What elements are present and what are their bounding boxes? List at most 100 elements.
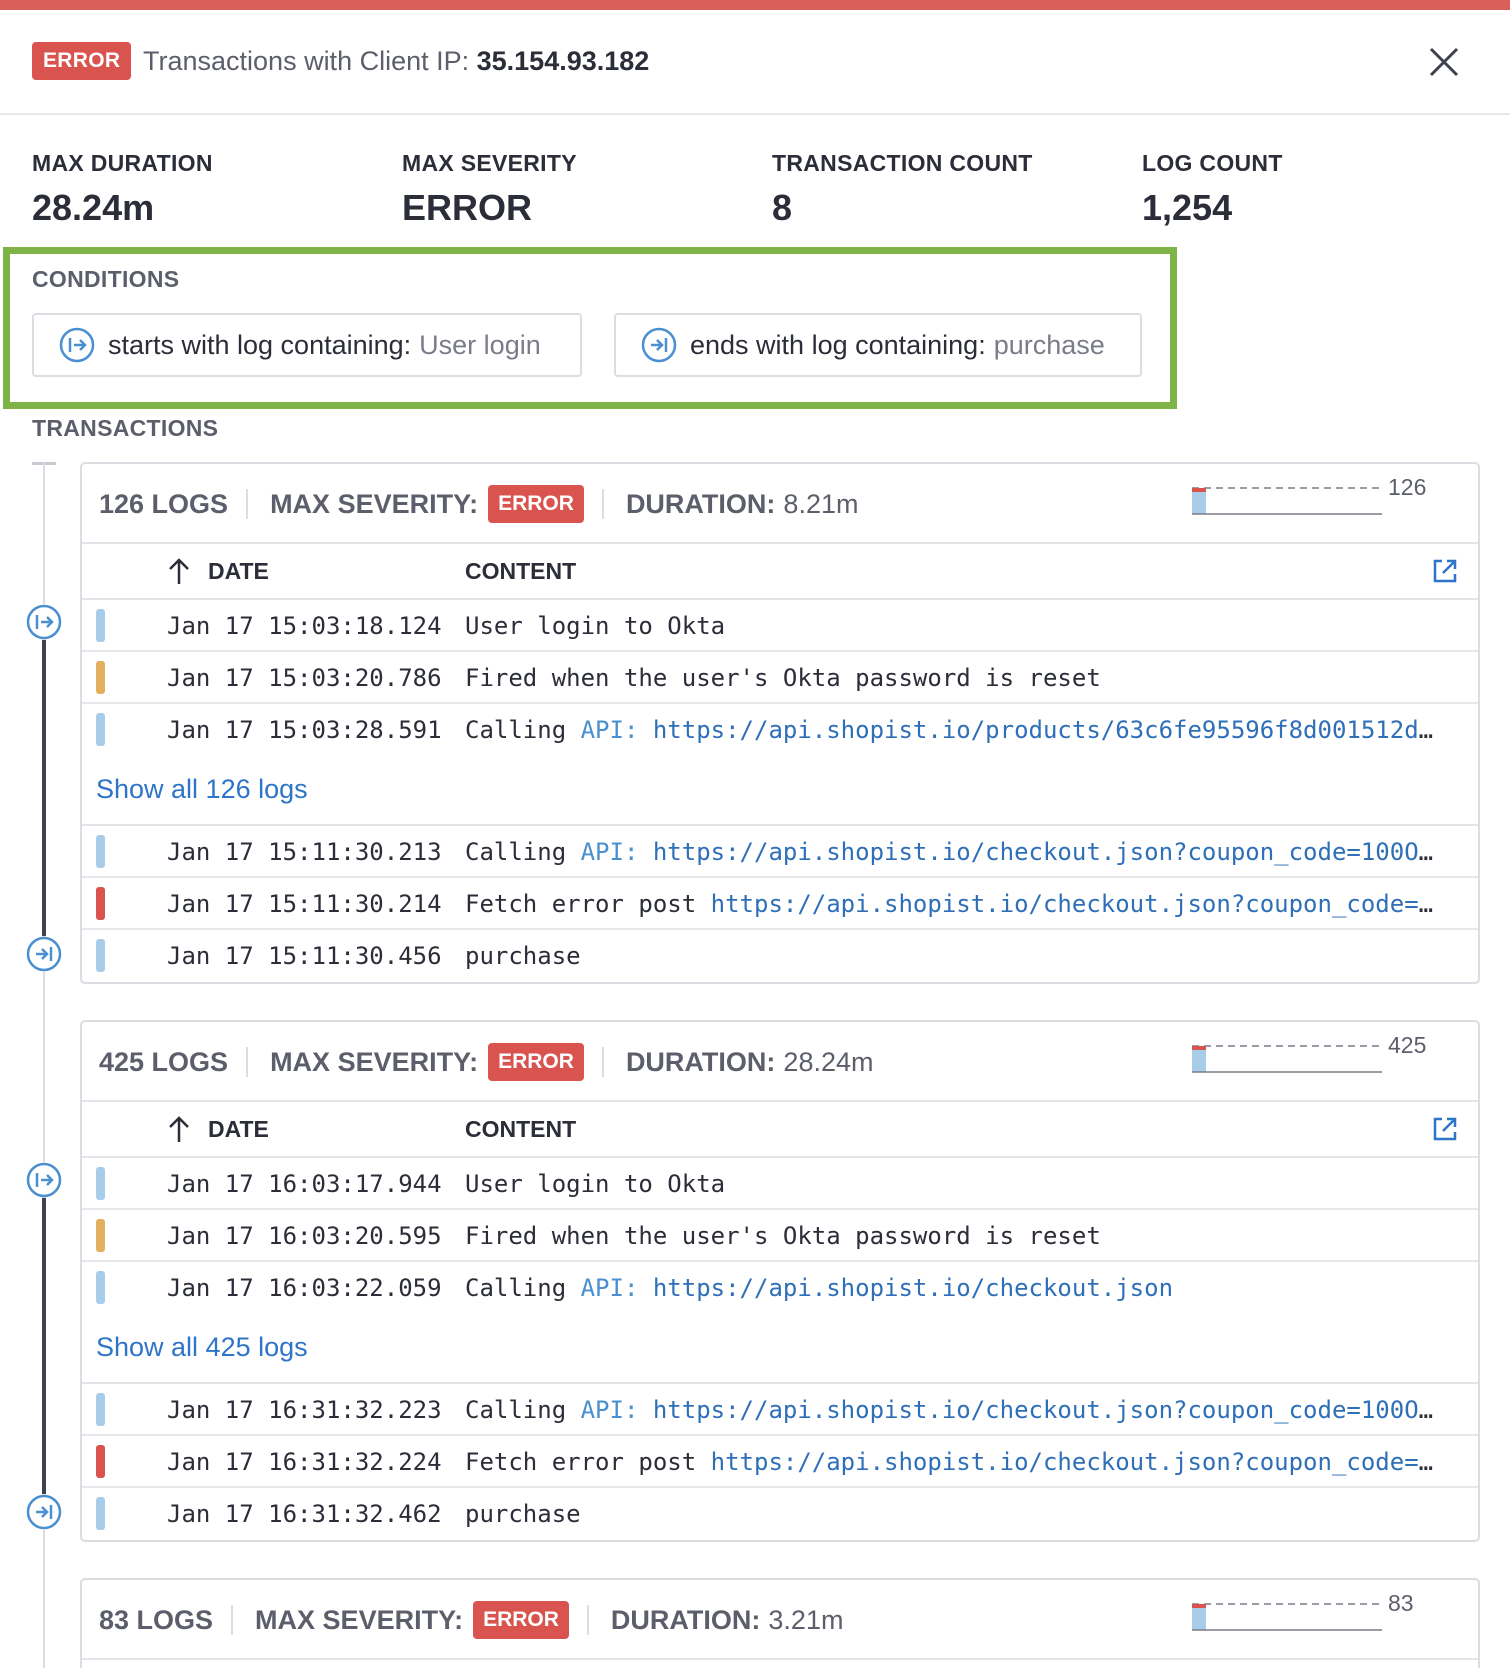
transaction-header: 425 LOGS MAX SEVERITY: ERROR DURATION: 2… — [82, 1022, 1478, 1102]
log-date: Jan 17 15:03:20.786 — [167, 664, 442, 692]
log-row[interactable]: Jan 17 16:03:20.595 Fired when the user'… — [82, 1210, 1478, 1262]
top-accent-bar — [0, 0, 1510, 10]
external-link-icon[interactable] — [1430, 556, 1460, 586]
stat-log-count: LOG COUNT 1,254 — [1142, 150, 1283, 229]
severity-indicator — [96, 713, 105, 746]
timeline-end-icon — [26, 936, 62, 972]
condition-value: User login — [419, 329, 541, 360]
sort-ascending-icon[interactable] — [166, 556, 192, 586]
stat-value: 8 — [772, 187, 793, 228]
log-date: Jan 17 16:31:32.223 — [167, 1396, 442, 1424]
log-text: Calling — [465, 716, 581, 744]
log-text: User login to Okta — [465, 1170, 726, 1198]
log-row[interactable]: Jan 17 16:03:22.059 Calling API: https:/… — [82, 1262, 1478, 1314]
date-column-header[interactable]: DATE — [208, 558, 269, 585]
log-date: Jan 17 15:11:30.456 — [167, 942, 442, 970]
log-row[interactable]: Jan 17 16:03:17.944 User login to Okta — [82, 1158, 1478, 1210]
transaction-meta: 83 LOGS MAX SEVERITY: ERROR DURATION: 3.… — [99, 1580, 843, 1660]
sparkline-chart — [1192, 1045, 1382, 1073]
log-row[interactable]: Jan 17 15:11:30.213 Calling API: https:/… — [82, 826, 1478, 878]
show-all-logs: Show all 425 logs — [82, 1314, 1478, 1384]
log-content: Calling API: https://api.shopist.io/chec… — [465, 1384, 1445, 1436]
log-row[interactable]: Jan 17 16:31:32.223 Calling API: https:/… — [82, 1384, 1478, 1436]
stat-value: ERROR — [402, 187, 533, 228]
severity-indicator — [96, 1271, 105, 1304]
log-content: Fired when the user's Okta password is r… — [465, 652, 1445, 704]
sparkline-chart — [1192, 487, 1382, 515]
severity-badge: ERROR — [32, 42, 132, 80]
severity-indicator — [96, 887, 105, 920]
log-date: Jan 17 16:31:32.462 — [167, 1500, 442, 1528]
condition-key: starts with log containing: — [108, 329, 412, 360]
external-link-icon[interactable] — [1430, 1114, 1460, 1144]
log-text: purchase — [465, 1500, 581, 1528]
transaction-meta: 126 LOGS MAX SEVERITY: ERROR DURATION: 8… — [99, 464, 858, 544]
severity-indicator — [96, 1445, 105, 1478]
log-row[interactable]: Jan 17 16:31:32.462 purchase — [82, 1488, 1478, 1540]
log-text: Calling — [465, 1274, 581, 1302]
log-row[interactable]: Jan 17 15:11:30.214 Fetch error post htt… — [82, 878, 1478, 930]
log-api-tag: API: — [580, 1274, 639, 1302]
timeline-active-segment — [42, 622, 46, 954]
log-url[interactable]: https://api.shopist.io/checkout.json?cou… — [711, 890, 1445, 918]
stat-max-severity: MAX SEVERITY ERROR — [402, 150, 577, 229]
log-api-tag: API: — [580, 1396, 639, 1424]
title-prefix: Transactions with Client IP: — [143, 46, 477, 76]
log-content: purchase — [465, 1488, 1445, 1540]
log-url[interactable]: https://api.shopist.io/products/63c6fe95… — [653, 716, 1445, 744]
sort-ascending-icon[interactable] — [166, 1114, 192, 1144]
log-text: Fired when the user's Okta password is r… — [465, 664, 1101, 692]
end-condition-icon — [641, 327, 677, 363]
log-row[interactable]: Jan 17 15:03:28.591 Calling API: https:/… — [82, 704, 1478, 756]
log-row[interactable]: Jan 17 15:03:20.786 Fired when the user'… — [82, 652, 1478, 704]
log-rows-last: Jan 17 15:11:30.213 Calling API: https:/… — [82, 826, 1478, 982]
log-sparkline: 425 — [1190, 1032, 1440, 1084]
log-sparkline: 83 — [1190, 1590, 1440, 1642]
transaction-card: 126 LOGS MAX SEVERITY: ERROR DURATION: 8… — [80, 462, 1480, 984]
log-sparkline: 126 — [1190, 474, 1440, 526]
stat-label: MAX DURATION — [32, 150, 213, 176]
panel-header: ERROR Transactions with Client IP: 35.15… — [0, 10, 1510, 115]
stat-label: MAX SEVERITY — [402, 150, 577, 176]
log-date: Jan 17 15:11:30.213 — [167, 838, 442, 866]
log-row[interactable]: Jan 17 15:11:30.456 purchase — [82, 930, 1478, 982]
log-text: Calling — [465, 1396, 581, 1424]
log-text: Fetch error post — [465, 890, 711, 918]
log-date: Jan 17 16:03:22.059 — [167, 1274, 442, 1302]
show-all-logs-link[interactable]: Show all 425 logs — [96, 1332, 308, 1363]
divider — [601, 489, 604, 519]
log-url[interactable]: https://api.shopist.io/checkout.json?cou… — [653, 1396, 1445, 1424]
log-table-header: DATE CONTENT — [82, 544, 1478, 600]
severity-indicator — [96, 1167, 105, 1200]
sparkline-max: 425 — [1388, 1032, 1427, 1058]
stat-label: LOG COUNT — [1142, 150, 1283, 176]
log-url[interactable]: https://api.shopist.io/checkout.json?cou… — [711, 1448, 1445, 1476]
transaction-header: 126 LOGS MAX SEVERITY: ERROR DURATION: 8… — [82, 464, 1478, 544]
transactions-label: TRANSACTIONS — [32, 415, 219, 441]
log-url[interactable]: https://api.shopist.io/checkout.json — [653, 1274, 1173, 1302]
log-content: Calling API: https://api.shopist.io/chec… — [465, 826, 1445, 878]
close-icon[interactable] — [1426, 44, 1462, 80]
log-text: purchase — [465, 942, 581, 970]
log-content: purchase — [465, 930, 1445, 982]
log-url[interactable]: https://api.shopist.io/checkout.json?cou… — [653, 838, 1445, 866]
log-text: Fetch error post — [465, 1448, 711, 1476]
log-text: User login to Okta — [465, 612, 726, 640]
start-condition-chip[interactable]: starts with log containing: User login — [32, 313, 582, 377]
date-column-header[interactable]: DATE — [208, 1116, 269, 1143]
log-rows-last: Jan 17 16:31:32.223 Calling API: https:/… — [82, 1384, 1478, 1540]
log-content: User login to Okta — [465, 600, 1445, 652]
log-count: 126 LOGS — [99, 488, 229, 519]
log-api-tag: API: — [580, 716, 639, 744]
log-rows-first: Jan 17 15:03:18.124 User login to Okta J… — [82, 600, 1478, 756]
log-row[interactable]: Jan 17 15:03:18.124 User login to Okta — [82, 600, 1478, 652]
sparkline-chart — [1192, 1603, 1382, 1631]
duration-label: DURATION: — [610, 1604, 761, 1635]
condition-value: purchase — [993, 329, 1105, 360]
log-date: Jan 17 16:03:20.595 — [167, 1222, 442, 1250]
end-condition-chip[interactable]: ends with log containing: purchase — [614, 313, 1142, 377]
condition-key: ends with log containing: — [690, 329, 986, 360]
show-all-logs-link[interactable]: Show all 126 logs — [96, 774, 308, 805]
duration-value: 8.21m — [783, 488, 859, 519]
log-row[interactable]: Jan 17 16:31:32.224 Fetch error post htt… — [82, 1436, 1478, 1488]
